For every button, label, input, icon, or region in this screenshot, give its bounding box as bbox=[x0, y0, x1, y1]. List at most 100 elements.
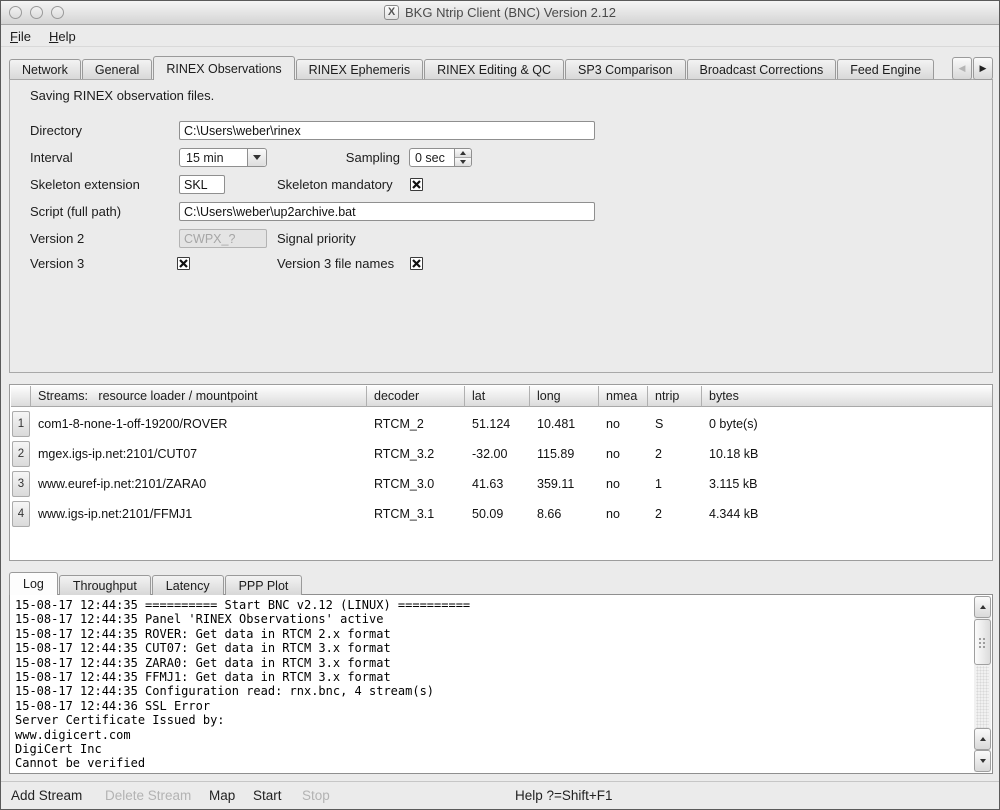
cell-nmea: no bbox=[606, 447, 620, 461]
close-window-button[interactable] bbox=[9, 6, 22, 19]
interval-dropdown-button[interactable] bbox=[247, 149, 266, 166]
bottom-button-bar: Add Stream Delete Stream Map Start Stop … bbox=[1, 781, 999, 810]
cell-bytes: 3.115 kB bbox=[709, 477, 757, 491]
tab-ppp-plot[interactable]: PPP Plot bbox=[225, 575, 303, 595]
tab-rinex-ephemeris[interactable]: RINEX Ephemeris bbox=[296, 59, 423, 80]
row-header-1[interactable]: 1 bbox=[12, 411, 30, 437]
stop-button[interactable]: Stop bbox=[302, 788, 330, 803]
arrow-up-icon bbox=[460, 151, 466, 155]
cell-mountpoint: www.euref-ip.net:2101/ZARA0 bbox=[38, 477, 206, 491]
cell-ntrip: 2 bbox=[655, 447, 662, 461]
scroll-down-button[interactable] bbox=[974, 750, 991, 772]
cell-nmea: no bbox=[606, 507, 620, 521]
scroll-up-button-bottom[interactable] bbox=[974, 728, 991, 750]
interval-combobox[interactable]: 15 min bbox=[179, 148, 267, 167]
sampling-value: 0 sec bbox=[410, 149, 454, 166]
table-corner-button[interactable] bbox=[11, 386, 31, 407]
cell-lat: 51.124 bbox=[472, 417, 510, 431]
checkmark-x-icon bbox=[412, 180, 421, 189]
cell-ntrip: 1 bbox=[655, 477, 662, 491]
column-header-lat[interactable]: lat bbox=[465, 386, 530, 407]
grip-dots-icon bbox=[978, 637, 987, 648]
tab-scroll-right-button[interactable]: ▶ bbox=[973, 57, 993, 80]
help-shortcut-label: Help ?=Shift+F1 bbox=[515, 788, 613, 803]
skeleton-mandatory-checkbox[interactable] bbox=[410, 178, 423, 191]
scrollbar-thumb[interactable] bbox=[974, 619, 991, 665]
zoom-window-button[interactable] bbox=[51, 6, 64, 19]
skeleton-extension-input[interactable] bbox=[179, 175, 225, 194]
version3-filenames-checkbox[interactable] bbox=[410, 257, 423, 270]
sampling-decrement-button[interactable] bbox=[455, 158, 471, 166]
row-header-4[interactable]: 4 bbox=[12, 501, 30, 527]
cell-ntrip: 2 bbox=[655, 507, 662, 521]
map-button[interactable]: Map bbox=[209, 788, 235, 803]
checkmark-x-icon bbox=[412, 259, 421, 268]
cell-long: 10.481 bbox=[537, 417, 575, 431]
window-title: BKG Ntrip Client (BNC) Version 2.12 bbox=[405, 5, 616, 20]
app-window: X BKG Ntrip Client (BNC) Version 2.12 Fi… bbox=[0, 0, 1000, 810]
cell-decoder: RTCM_3.2 bbox=[374, 447, 434, 461]
add-stream-button[interactable]: Add Stream bbox=[11, 788, 82, 803]
cell-ntrip: S bbox=[655, 417, 663, 431]
column-header-ntrip[interactable]: ntrip bbox=[648, 386, 702, 407]
scrollbar-track[interactable] bbox=[976, 666, 989, 728]
tab-network[interactable]: Network bbox=[9, 59, 81, 80]
sampling-label: Sampling bbox=[300, 150, 400, 165]
tab-throughput[interactable]: Throughput bbox=[59, 575, 151, 595]
cell-bytes: 4.344 kB bbox=[709, 507, 758, 521]
version3-checkbox[interactable] bbox=[177, 257, 190, 270]
signal-priority-label: Signal priority bbox=[277, 231, 356, 246]
tab-log[interactable]: Log bbox=[9, 572, 58, 595]
menu-bar: File Help bbox=[1, 26, 999, 47]
version2-label: Version 2 bbox=[30, 231, 84, 246]
version3-filenames-label: Version 3 file names bbox=[277, 256, 394, 271]
cell-long: 115.89 bbox=[537, 447, 574, 461]
title-bar: X BKG Ntrip Client (BNC) Version 2.12 bbox=[1, 1, 999, 25]
tab-rinex-editing-qc[interactable]: RINEX Editing & QC bbox=[424, 59, 564, 80]
column-header-long[interactable]: long bbox=[530, 386, 599, 407]
column-header-nmea[interactable]: nmea bbox=[599, 386, 648, 407]
row-header-2[interactable]: 2 bbox=[12, 441, 30, 467]
minimize-window-button[interactable] bbox=[30, 6, 43, 19]
column-header-mountpoint[interactable]: Streams: resource loader / mountpoint bbox=[31, 386, 367, 407]
arrow-down-icon bbox=[460, 160, 466, 164]
tab-scroll-left-button[interactable]: ◀ bbox=[952, 57, 972, 80]
tab-broadcast-corrections[interactable]: Broadcast Corrections bbox=[687, 59, 837, 80]
log-text: 15-08-17 12:44:35 ========== Start BNC v… bbox=[15, 598, 470, 771]
log-tab-bar: Log Throughput Latency PPP Plot bbox=[9, 572, 303, 595]
log-viewer[interactable]: 15-08-17 12:44:35 ========== Start BNC v… bbox=[9, 594, 993, 774]
delete-stream-button[interactable]: Delete Stream bbox=[105, 788, 191, 803]
panel-description: Saving RINEX observation files. bbox=[30, 88, 214, 103]
tab-general[interactable]: General bbox=[82, 59, 152, 80]
interval-value: 15 min bbox=[180, 151, 247, 165]
cell-decoder: RTCM_3.1 bbox=[374, 507, 434, 521]
tab-feed-engine[interactable]: Feed Engine bbox=[837, 59, 934, 80]
tab-rinex-observations[interactable]: RINEX Observations bbox=[153, 56, 294, 80]
directory-input[interactable] bbox=[179, 121, 595, 140]
log-scrollbar[interactable] bbox=[974, 596, 991, 772]
directory-label: Directory bbox=[30, 123, 82, 138]
tab-sp3-comparison[interactable]: SP3 Comparison bbox=[565, 59, 686, 80]
script-input[interactable] bbox=[179, 202, 595, 221]
arrow-down-icon bbox=[980, 759, 986, 763]
column-header-bytes[interactable]: bytes bbox=[702, 386, 992, 407]
interval-label: Interval bbox=[30, 150, 73, 165]
start-button[interactable]: Start bbox=[253, 788, 282, 803]
menu-help[interactable]: Help bbox=[40, 27, 85, 46]
cell-lat: -32.00 bbox=[472, 447, 507, 461]
cell-bytes: 10.18 kB bbox=[709, 447, 758, 461]
scroll-up-button[interactable] bbox=[974, 596, 991, 618]
menu-file[interactable]: File bbox=[1, 27, 40, 46]
row-header-3[interactable]: 3 bbox=[12, 471, 30, 497]
rinex-observations-panel: Saving RINEX observation files. Director… bbox=[9, 79, 993, 373]
tab-latency[interactable]: Latency bbox=[152, 575, 224, 595]
cell-long: 8.66 bbox=[537, 507, 561, 521]
skeleton-mandatory-label: Skeleton mandatory bbox=[277, 177, 393, 192]
sampling-spinbox[interactable]: 0 sec bbox=[409, 148, 472, 167]
column-header-decoder[interactable]: decoder bbox=[367, 386, 465, 407]
version2-signal-priority-input[interactable] bbox=[179, 229, 267, 248]
sampling-increment-button[interactable] bbox=[455, 149, 471, 158]
arrow-up-icon bbox=[980, 737, 986, 741]
cell-decoder: RTCM_2 bbox=[374, 417, 424, 431]
cell-long: 359.11 bbox=[537, 477, 574, 491]
